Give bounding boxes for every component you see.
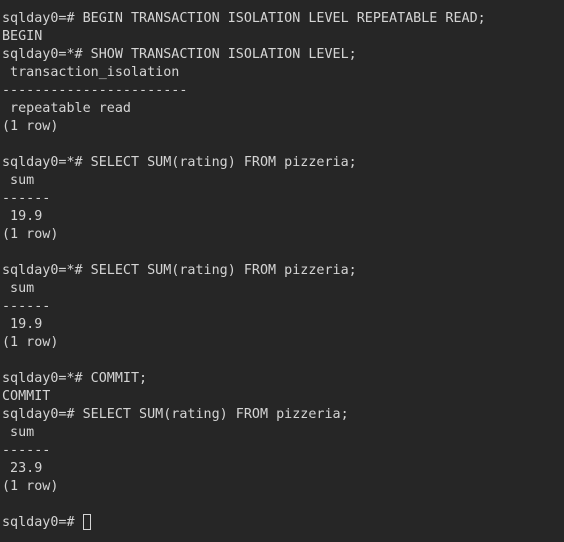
terminal-line: sqlday0=*# SELECT SUM(rating) FROM pizze… — [2, 155, 357, 170]
terminal-line: 23.9 — [2, 461, 43, 476]
terminal-line: COMMIT — [2, 389, 51, 404]
terminal-line: sum — [2, 173, 35, 188]
terminal-line: ----------------------- — [2, 83, 188, 98]
terminal-line: sum — [2, 281, 35, 296]
text-cursor[interactable] — [82, 514, 91, 530]
terminal-line: ------ — [2, 299, 51, 314]
terminal-line: sqlday0=# SELECT SUM(rating) FROM pizzer… — [2, 407, 349, 422]
terminal-line: ------ — [2, 443, 51, 458]
terminal-line: sum — [2, 425, 35, 440]
terminal-line: BEGIN — [2, 29, 43, 44]
terminal-output[interactable]: sqlday0=# BEGIN TRANSACTION ISOLATION LE… — [2, 10, 562, 532]
terminal-line: (1 row) — [2, 227, 59, 242]
terminal-line: (1 row) — [2, 479, 59, 494]
terminal-line: transaction_isolation — [2, 65, 180, 80]
terminal-line: 19.9 — [2, 317, 43, 332]
terminal-line: sqlday0=*# SELECT SUM(rating) FROM pizze… — [2, 263, 357, 278]
terminal-line: (1 row) — [2, 119, 59, 134]
terminal-line: sqlday0=*# SHOW TRANSACTION ISOLATION LE… — [2, 47, 357, 62]
terminal-prompt: sqlday0=# — [2, 515, 83, 530]
terminal-line: (1 row) — [2, 335, 59, 350]
terminal-line: 19.9 — [2, 209, 43, 224]
terminal-line: sqlday0=# BEGIN TRANSACTION ISOLATION LE… — [2, 11, 486, 26]
terminal-prompt-line[interactable]: sqlday0=# — [2, 514, 562, 532]
terminal-line: ------ — [2, 191, 51, 206]
terminal-line: sqlday0=*# COMMIT; — [2, 371, 148, 386]
terminal-line: repeatable read — [2, 101, 131, 116]
